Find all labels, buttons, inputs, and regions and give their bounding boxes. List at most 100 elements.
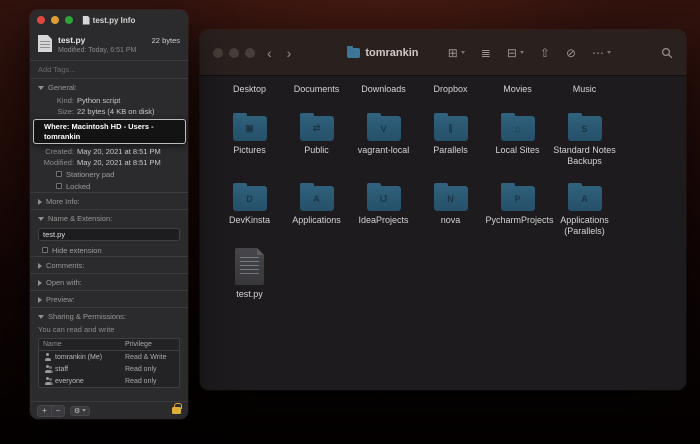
finder-item-devkinsta[interactable]: D DevKinsta [216, 183, 283, 236]
privilege-popup[interactable]: Read & Write [125, 354, 175, 361]
preview-section-header[interactable]: Preview: [30, 291, 188, 307]
disclosure-right-icon [38, 198, 42, 205]
list-view-button[interactable]: ≣ [481, 46, 491, 60]
tag-icon: ⊘ [565, 45, 576, 60]
get-info-window: test.py Info test.py 22 bytes Modified: … [30, 10, 188, 419]
finder-item-pictures[interactable]: ▣ Pictures [216, 113, 283, 166]
group-icon [43, 365, 52, 373]
folder-glyph: ⇄ [312, 123, 321, 133]
permission-row[interactable]: tomrankin (Me) Read & Write [39, 351, 179, 363]
finder-item-movies[interactable]: Movies [484, 84, 551, 95]
tags-button[interactable]: ⊘ [566, 46, 576, 60]
close-button[interactable] [213, 47, 223, 58]
hide-extension-checkbox[interactable] [42, 247, 48, 253]
kind-value: Python script [77, 96, 121, 105]
zoom-button[interactable] [245, 47, 255, 58]
stationery-checkbox[interactable] [56, 171, 62, 177]
code-lines [240, 257, 259, 274]
disclosure-down-icon [38, 216, 44, 221]
finder-item-desktop[interactable]: Desktop [216, 84, 283, 95]
permission-user: everyone [55, 377, 84, 385]
general-section-header[interactable]: General: [30, 79, 188, 95]
chevron-down-icon [607, 51, 611, 54]
finder-item-nova[interactable]: N nova [417, 183, 484, 236]
open-with-section-header[interactable]: Open with: [30, 274, 188, 290]
sharing-label: Sharing & Permissions: [48, 312, 126, 321]
add-remove-group: + − [37, 404, 65, 417]
finder-item-local-sites[interactable]: ⌂ Local Sites [484, 113, 551, 166]
action-menu-button[interactable]: ⚙ [70, 405, 91, 416]
desktop: { "info_window": { "title": "test.py Inf… [0, 0, 700, 444]
finder-item-music[interactable]: Music [551, 84, 618, 95]
info-bottom-toolbar: + − ⚙ [30, 401, 188, 419]
name-extension-section-header[interactable]: Name & Extension: [30, 210, 188, 226]
hide-extension-row[interactable]: Hide extension [30, 244, 188, 256]
icon-view-button[interactable]: ⊞ [448, 46, 465, 60]
forward-button[interactable]: › [287, 46, 292, 60]
share-button[interactable]: ⇧ [540, 46, 550, 60]
search-button[interactable] [661, 47, 673, 59]
permission-row[interactable]: everyone Read only [39, 375, 179, 387]
finder-item-applications[interactable]: A Applications [283, 183, 350, 236]
file-name: test.py [58, 35, 86, 45]
folder-glyph: P [514, 193, 521, 204]
group-by-button[interactable]: ⊟ [507, 46, 524, 60]
finder-item-dropbox[interactable]: Dropbox [417, 84, 484, 95]
permission-row[interactable]: staff Read only [39, 363, 179, 375]
finder-item-vagrant-local[interactable]: V vagrant-local [350, 113, 417, 166]
created-value: May 20, 2021 at 8:51 PM [77, 147, 161, 156]
name-column-header: Name [43, 341, 62, 348]
folder-glyph: N [447, 193, 454, 204]
list-view-icon: ≣ [480, 45, 491, 60]
minimize-button[interactable] [229, 47, 239, 58]
folder-icon: ⇄ [299, 113, 334, 141]
zoom-button[interactable] [65, 16, 73, 24]
comments-label: Comments: [46, 261, 85, 270]
more-info-section-header[interactable]: More Info: [30, 193, 188, 209]
hide-extension-label: Hide extension [52, 245, 102, 255]
folder-icon: P [500, 183, 535, 211]
close-button[interactable] [37, 16, 45, 24]
icon-grid-row: Desktop Documents Downloads Dropbox Movi… [216, 84, 618, 95]
finder-item-testpy[interactable]: test.py [216, 248, 283, 300]
remove-user-button[interactable]: − [51, 405, 64, 416]
stationery-label: Stationery pad [66, 169, 115, 179]
ellipsis-icon: ⋯ [592, 45, 604, 60]
folder-glyph: A [313, 193, 320, 204]
sharing-section-header[interactable]: Sharing & Permissions: [30, 308, 188, 324]
lock-icon[interactable] [172, 403, 182, 414]
info-window-title: test.py Info [92, 15, 136, 25]
finder-item-ideaprojects[interactable]: IJ IdeaProjects [350, 183, 417, 236]
folder-icon: A [299, 183, 334, 211]
comments-section-header[interactable]: Comments: [30, 257, 188, 273]
add-user-button[interactable]: + [38, 406, 51, 416]
privilege-popup[interactable]: Read only [125, 366, 175, 373]
add-tags-field[interactable]: Add Tags... [30, 61, 188, 78]
finder-item-parallels[interactable]: ∥ Parallels [417, 113, 484, 166]
back-button[interactable]: ‹ [267, 46, 272, 60]
finder-item-documents[interactable]: Documents [283, 84, 350, 95]
filename-input[interactable]: test.py [38, 228, 180, 241]
grid-view-icon: ⊞ [447, 45, 458, 60]
minimize-button[interactable] [51, 16, 59, 24]
finder-item-applications-parallels[interactable]: A Applications (Parallels) [551, 183, 618, 236]
document-icon [82, 15, 90, 25]
finder-item-standard-notes-backups[interactable]: S Standard Notes Backups [551, 113, 618, 166]
info-titlebar: test.py Info [30, 10, 188, 30]
finder-toolbar: ‹ › tomrankin ⊞ ≣ ⊟ ⇧ ⊘ ⋯ [200, 30, 686, 76]
finder-item-downloads[interactable]: Downloads [350, 84, 417, 95]
more-actions-button[interactable]: ⋯ [592, 46, 611, 60]
stationery-pad-row[interactable]: Stationery pad [30, 168, 188, 180]
privilege-popup[interactable]: Read only [125, 378, 175, 385]
permissions-table-header: Name Privilege [39, 339, 179, 351]
locked-checkbox[interactable] [56, 183, 62, 189]
folder-icon: V [366, 113, 401, 141]
finder-item-public[interactable]: ⇄ Public [283, 113, 350, 166]
finder-item-pycharmprojects[interactable]: P PycharmProjects [484, 183, 554, 236]
sharing-status-text: You can read and write [38, 325, 115, 334]
locked-row[interactable]: Locked [30, 180, 188, 192]
python-file-icon [235, 248, 264, 285]
python-file-icon [38, 35, 52, 52]
where-path-tooltip: Where: Macintosh HD - Users - tomrankin [33, 119, 186, 144]
folder-glyph: IJ [379, 193, 388, 204]
